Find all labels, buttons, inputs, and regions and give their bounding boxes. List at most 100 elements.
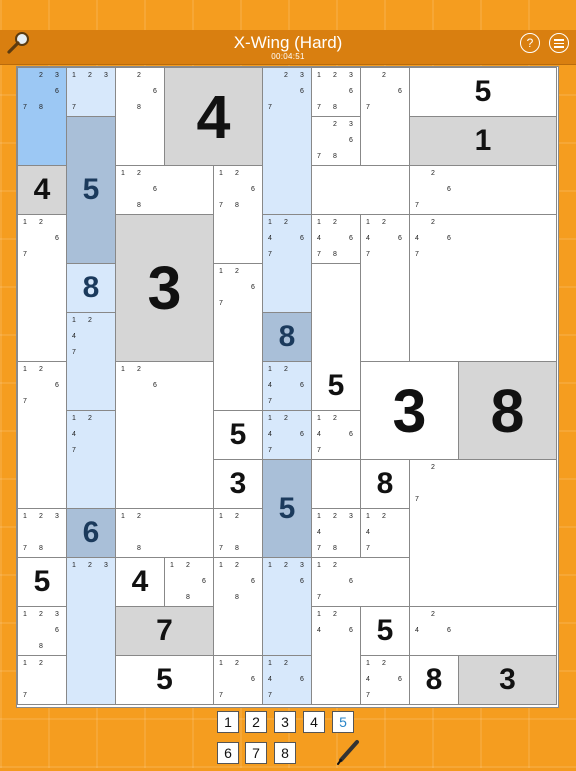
board-cell[interactable]: 1 2 4 6 7 (262, 655, 312, 705)
candidate-digit: 1 (121, 170, 125, 177)
board-cell[interactable]: 1 2 4 6 7 (360, 655, 410, 705)
candidate-digit: 7 (72, 104, 76, 111)
numpad-key-5[interactable]: 5 (332, 711, 354, 733)
board-cell[interactable]: 1 2 6 7 8 (213, 165, 263, 264)
board-cell[interactable]: 1 2 3 (66, 557, 116, 705)
candidate-digit: 1 (72, 562, 76, 569)
board-cell[interactable]: 1 2 4 6 7 (311, 410, 361, 460)
candidate-digit: 8 (137, 545, 141, 552)
board-cell[interactable]: 2 4 6 (409, 606, 557, 656)
board-cell[interactable]: 1 2 3 4 7 8 (311, 508, 361, 558)
board-cell[interactable]: 3 (360, 361, 459, 460)
numpad-key-8[interactable]: 8 (274, 742, 296, 764)
cell-value: 4 (196, 82, 231, 151)
board-cell[interactable]: 5 (360, 606, 410, 656)
candidate-digit: 8 (235, 202, 239, 209)
menu-icon[interactable] (549, 33, 569, 53)
board-cell[interactable]: 2 4 6 7 (409, 214, 557, 362)
board-cell[interactable]: 6 (66, 508, 116, 558)
board-cell[interactable]: 3 (458, 655, 557, 705)
cell-value: 6 (82, 516, 100, 549)
board-cell[interactable]: 8 (66, 263, 116, 313)
numpad-key-7[interactable]: 7 (245, 742, 267, 764)
board-cell[interactable]: 3 (213, 459, 263, 509)
board-cell[interactable]: 2 3 6 7 (262, 67, 312, 215)
board-cell[interactable]: 2 6 7 (409, 165, 557, 215)
board-cell[interactable]: 27 (409, 459, 557, 607)
numpad-key-6[interactable]: 6 (217, 742, 239, 764)
board-cell[interactable]: 1 2 4 6 7 (360, 214, 410, 362)
board-cell[interactable]: 1 2 4 6 7 (262, 361, 312, 411)
candidate-digit: 7 (317, 594, 321, 601)
candidate-digit: 2 (284, 562, 288, 569)
board-cell[interactable]: 1 2 7 8 (213, 508, 263, 558)
board-cell[interactable]: 8 (409, 655, 459, 705)
candidate-digit: 7 (23, 104, 27, 111)
board-cell[interactable]: 5 (17, 557, 67, 607)
board-cell[interactable]: 1 2 3 7 8 (17, 508, 67, 558)
board-cell[interactable]: 4 (17, 165, 67, 215)
board-cell[interactable]: 2 3 6 7 8 (311, 116, 361, 166)
board-cell[interactable]: 5 (66, 116, 116, 264)
board-cell[interactable]: 2 3 6 7 8 (17, 67, 67, 166)
board-cell[interactable]: 1 2 6 7 (311, 557, 410, 607)
board-cell[interactable]: 1 2 7 (17, 655, 67, 705)
board-cell[interactable]: 2 6 8 (115, 67, 165, 166)
board-cell[interactable]: 5 (409, 67, 557, 117)
board-cell[interactable]: 1 2 6 8 (213, 557, 263, 656)
candidate-digit: 1 (268, 562, 272, 569)
board-cell[interactable]: 1 2 6 7 (213, 263, 263, 411)
board-cell[interactable]: 1 (409, 116, 557, 166)
board-cell[interactable]: 1 2 3 6 (262, 557, 312, 656)
candidate-digit: 2 (333, 415, 337, 422)
board-cell[interactable]: 1 2 3 6 7 8 (311, 67, 361, 117)
board-cell[interactable]: 1 2 3 7 (66, 67, 116, 117)
candidate-digit: 1 (23, 513, 27, 520)
board-cell[interactable]: 4 (164, 67, 263, 166)
board-cell[interactable]: 7 (115, 606, 214, 656)
board-cell[interactable]: 1 2 4 6 (311, 606, 361, 705)
board-cell[interactable]: 1 2 6 7 (213, 655, 263, 705)
numpad-key-1[interactable]: 1 (217, 711, 239, 733)
board-cell[interactable]: 1 2 6 7 (17, 361, 67, 509)
board-cell[interactable]: 1 2 6 7 (17, 214, 67, 362)
candidate-digit: 3 (349, 513, 353, 520)
candidate-digit: 6 (398, 676, 402, 683)
help-icon[interactable]: ? (520, 33, 540, 53)
board-cell[interactable]: 5 (262, 459, 312, 558)
candidate-digit: 1 (317, 513, 321, 520)
board-cell[interactable]: 1 2 6 8 (164, 557, 214, 607)
candidate-digit: 4 (72, 333, 76, 340)
board-cell[interactable]: 1 2 4 6 7 8 (311, 214, 361, 264)
board-cell[interactable]: 4 (115, 557, 165, 607)
board-cell[interactable]: 1 2 4 7 (66, 410, 116, 509)
numpad-key-4[interactable]: 4 (303, 711, 325, 733)
board-cell[interactable]: 5 (311, 263, 361, 509)
numpad-key-3[interactable]: 3 (274, 711, 296, 733)
board-cell[interactable]: 1 2 4 6 7 (262, 214, 312, 313)
board-cell[interactable]: 1 2 3 6 8 (17, 606, 67, 656)
candidate-digit: 2 (137, 72, 141, 79)
board-cell[interactable]: 1 2 6 8 (115, 165, 214, 215)
candidate-digit: 2 (333, 219, 337, 226)
candidate-digit: 7 (317, 447, 321, 454)
board-cell[interactable]: 5 (213, 410, 263, 460)
board-cell[interactable]: 1 2 8 (115, 508, 214, 558)
board-cell[interactable]: 3 (115, 214, 214, 362)
board-cell[interactable]: 2 6 7 (360, 67, 410, 166)
numpad-key-2[interactable]: 2 (245, 711, 267, 733)
candidate-digit: 1 (268, 415, 272, 422)
board-cell[interactable]: 1 2 4 6 7 (262, 410, 312, 460)
board-cell[interactable]: 5 (115, 655, 214, 705)
board-cell[interactable]: 8 (360, 459, 410, 509)
candidate-digit: 7 (23, 398, 27, 405)
board-cell[interactable]: 1 2 4 7 (66, 312, 116, 411)
candidate-digit: 7 (415, 251, 419, 258)
board-cell[interactable]: 1 2 4 7 (360, 508, 410, 558)
pencil-icon[interactable] (335, 738, 361, 766)
candidate-digit: 2 (235, 170, 239, 177)
candidate-digit: 1 (170, 562, 174, 569)
board-cell[interactable]: 8 (458, 361, 557, 460)
board-cell[interactable]: 8 (262, 312, 312, 362)
candidate-digit: 1 (366, 513, 370, 520)
